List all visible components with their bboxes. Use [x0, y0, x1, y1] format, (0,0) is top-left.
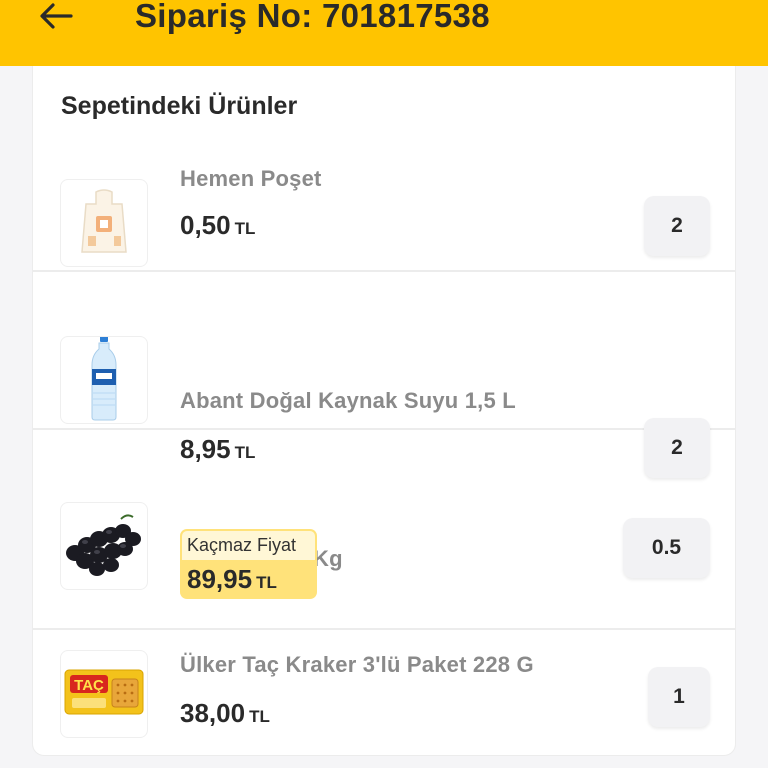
cart-item-row: Abant Doğal Kaynak Suyu 1,5 L 8,95 TL 2	[33, 272, 735, 478]
deal-price-box: Kaçmaz Fiyat 89,95 TL	[180, 529, 317, 599]
cart-item-row: Hemen Poşet 0,50 TL 2	[33, 144, 735, 272]
order-number-title: Sipariş No: 701817538	[135, 0, 490, 34]
cart-item-row: Üzüm Siyah Kg Kaçmaz Fiyat 89,95TL 0.5	[33, 430, 735, 630]
grapes-icon	[61, 509, 147, 584]
back-button[interactable]	[34, 0, 78, 36]
product-price: 89,95 TL	[187, 564, 277, 595]
product-thumbnail	[60, 179, 148, 267]
product-thumbnail	[60, 502, 148, 590]
header-bar: Sipariş No: 701817538	[0, 0, 768, 66]
cart-items-card: Sepetindeki Ürünler Hemen Poşet 0,50 TL 2	[32, 66, 736, 756]
quantity-badge[interactable]: 1	[648, 667, 710, 727]
quantity-badge[interactable]: 0.5	[623, 518, 710, 578]
cart-item-row: TAÇ Ülker Taç Kraker 3'lü Paket 228 G 38…	[33, 630, 735, 756]
currency-label: TL	[249, 707, 270, 726]
product-name: Hemen Poşet	[180, 166, 322, 191]
price-value: 38,00	[180, 698, 246, 728]
price-value: 0,50	[180, 210, 231, 240]
cracker-pack-icon: TAÇ	[64, 667, 144, 722]
deal-label: Kaçmaz Fiyat	[182, 531, 315, 560]
product-name: Ülker Taç Kraker 3'lü Paket 228 G	[180, 652, 534, 677]
bag-icon	[74, 186, 134, 261]
currency-label: TL	[234, 219, 256, 238]
price-value: 89,95	[187, 564, 253, 594]
arrow-left-icon	[39, 2, 73, 34]
product-thumbnail: TAÇ	[60, 650, 148, 738]
product-price: 0,50 TL	[180, 210, 255, 241]
cart-section-title: Sepetindeki Ürünler	[61, 92, 298, 120]
svg-text:TAÇ: TAÇ	[74, 677, 104, 694]
quantity-badge[interactable]: 2	[644, 196, 710, 256]
water-bottle-icon	[89, 337, 119, 423]
product-thumbnail	[60, 336, 148, 424]
product-name: Abant Doğal Kaynak Suyu 1,5 L	[180, 388, 516, 413]
currency-label: TL	[256, 573, 277, 592]
product-price: 38,00 TL	[180, 698, 270, 729]
